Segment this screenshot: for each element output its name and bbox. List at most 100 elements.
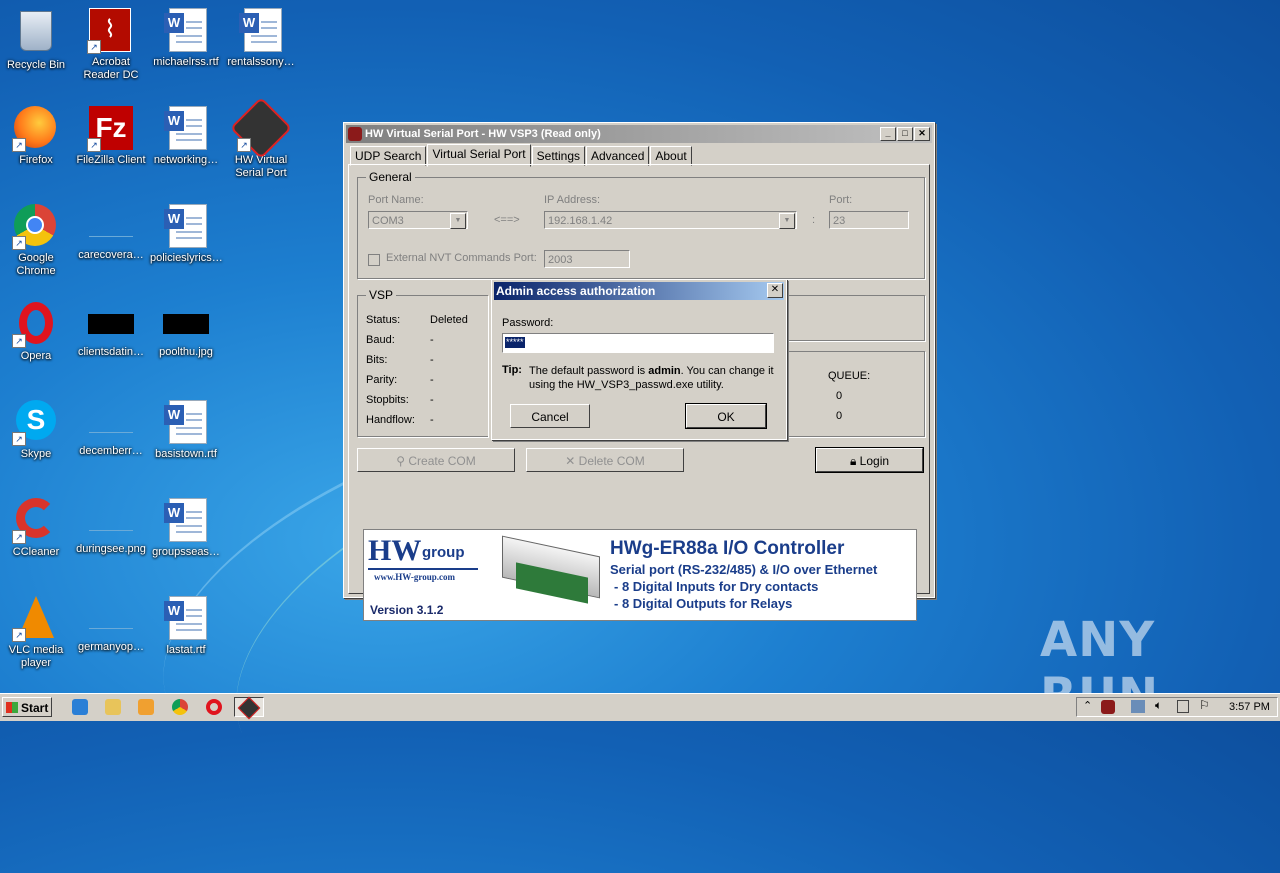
desktop-icon-firefox[interactable]: ↗ Firefox [0, 106, 72, 167]
desktop-file-germanyop[interactable]: germanyop… [75, 596, 147, 654]
ie-icon[interactable] [72, 699, 88, 715]
opera-icon: ↗ [12, 302, 58, 348]
port-name-value: COM3 [372, 215, 404, 227]
banner-version: Version 3.1.2 [370, 603, 444, 617]
port-input[interactable]: 23 [829, 211, 909, 229]
desktop-icon-label: michaelrss.rtf [153, 56, 219, 68]
file-thumbnail [89, 218, 133, 237]
taskbar: Start ⌃ 🔈︎ ⚐ 3:57 PM [0, 693, 1280, 721]
tab-advanced[interactable]: Advanced [586, 146, 650, 166]
system-tray: ⌃ 🔈︎ ⚐ 3:57 PM [1076, 697, 1278, 717]
desktop-icon-chrome[interactable]: ↗ Google Chrome [0, 204, 72, 278]
tab-udp-search[interactable]: UDP Search [350, 146, 427, 166]
desktop-file-decemberr[interactable]: decemberr… [75, 400, 147, 458]
banner-line-2: - 8 Digital Inputs for Dry contacts [614, 579, 819, 594]
banner-url: www.HW-group.com [374, 572, 455, 582]
desktop-icon-ccleaner[interactable]: ↗ CCleaner [0, 498, 72, 559]
chevron-down-icon[interactable]: ▼ [779, 213, 795, 229]
x-icon: ✕ [565, 454, 579, 468]
desktop-icon-opera[interactable]: ↗ Opera [0, 302, 72, 363]
tip-text-1: The default password is [529, 365, 646, 377]
desktop-icon-label: Recycle Bin [6, 59, 66, 71]
opera-icon[interactable] [206, 699, 222, 715]
ip-address-select[interactable]: 192.168.1.42 ▼ [544, 211, 797, 229]
nvt-label: External NVT Commands Port: [386, 252, 537, 264]
desktop-file-lastat[interactable]: W lastat.rtf [150, 596, 222, 657]
app-icon [348, 127, 362, 141]
vsp-title: VSP [366, 288, 397, 302]
desktop-file-clientsdatin[interactable]: clientsdatin… [75, 302, 147, 359]
hw-vsp-tray-icon[interactable] [1101, 700, 1115, 714]
port-name-select[interactable]: COM3 ▼ [368, 211, 468, 229]
create-com-button[interactable]: ⚲ Create COM [357, 448, 515, 472]
vsp-baud-label: Baud: [366, 334, 395, 346]
vsp-stopbits-value: - [430, 394, 434, 406]
tip-text-2: . You can change it [680, 365, 774, 377]
login-button[interactable]: 🔒︎ Login [815, 447, 924, 473]
close-button[interactable]: ✕ [914, 127, 930, 141]
vlc-icon: ↗ [12, 596, 58, 642]
banner-divider [368, 568, 478, 570]
desktop-icon-label: VLC media player [8, 644, 64, 669]
queue-value-1: 0 [836, 390, 843, 402]
power-icon[interactable] [1177, 700, 1189, 713]
desktop-file-networking[interactable]: W networking… [150, 106, 222, 167]
dialog-title[interactable]: Admin access authorization [494, 282, 784, 300]
desktop-icon-label: germanyop… [77, 641, 145, 653]
tab-about[interactable]: About [650, 146, 692, 166]
nvt-port-input[interactable]: 2003 [544, 250, 630, 268]
desktop-file-michaelrss[interactable]: W michaelrss.rtf [150, 8, 222, 69]
desktop-icon-label: networking… [153, 154, 219, 166]
desktop-icon-label: CCleaner [12, 546, 60, 558]
acrobat-icon: ⌇ ↗ [87, 8, 133, 54]
maximize-button[interactable]: □ [897, 127, 913, 141]
queue-value-2: 0 [836, 410, 843, 422]
desktop-icon-acrobat[interactable]: ⌇ ↗ Acrobat Reader DC [75, 8, 147, 82]
vsp-status-value: Deleted [430, 314, 468, 326]
flag-icon[interactable]: ⚐ [1199, 698, 1210, 712]
minimize-button[interactable]: _ [880, 127, 896, 141]
desktop-icon-skype[interactable]: S ↗ Skype [0, 400, 72, 461]
ok-button[interactable]: OK [685, 403, 767, 429]
password-input[interactable]: ***** [502, 333, 774, 353]
taskbar-hw-vsp[interactable] [234, 696, 264, 720]
clock[interactable]: 3:57 PM [1229, 701, 1270, 713]
desktop-icon-label: decemberr… [79, 445, 143, 457]
window-titlebar[interactable]: HW Virtual Serial Port - HW VSP3 (Read o… [346, 125, 932, 143]
desktop-file-policieslyrics[interactable]: W policieslyrics… [150, 204, 223, 265]
file-thumbnail [89, 610, 133, 629]
ccleaner-icon: ↗ [12, 498, 58, 544]
product-banner[interactable]: HW group www.HW-group.com Version 3.1.2 … [363, 529, 917, 621]
banner-line-3: - 8 Digital Outputs for Relays [614, 596, 793, 611]
desktop-icon-label: FileZilla Client [76, 154, 146, 166]
desktop-icon-label: Opera [20, 350, 52, 362]
password-label: Password: [502, 317, 554, 329]
chrome-icon[interactable] [172, 699, 188, 715]
desktop-file-carecovera[interactable]: carecovera… [75, 204, 147, 262]
volume-icon[interactable]: 🔈︎ [1155, 698, 1162, 713]
cancel-button[interactable]: Cancel [510, 404, 590, 428]
desktop-icon-hw-vsp[interactable]: ↗ HW Virtual Serial Port [225, 96, 297, 180]
delete-com-button[interactable]: ✕ Delete COM [526, 448, 684, 472]
desktop-icon-filezilla[interactable]: Fz ↗ FileZilla Client [75, 106, 147, 167]
folder-icon[interactable] [105, 699, 121, 715]
chevron-down-icon[interactable]: ▼ [450, 213, 466, 229]
network-icon[interactable] [1131, 700, 1145, 713]
start-button[interactable]: Start [2, 697, 52, 717]
desktop-file-poolthu[interactable]: poolthu.jpg [150, 302, 222, 359]
firefox-icon: ↗ [12, 106, 58, 152]
tab-settings[interactable]: Settings [531, 146, 585, 166]
general-group: General Port Name: COM3 ▼ <==> IP Addres… [357, 170, 925, 279]
create-com-label: Create COM [408, 454, 476, 468]
desktop-file-rentalssony[interactable]: W rentalssony… [225, 8, 297, 69]
word-document-icon: W [164, 204, 208, 248]
desktop-file-groupsseas[interactable]: W groupsseas… [150, 498, 222, 559]
desktop-file-duringsee[interactable]: duringsee.png [75, 498, 147, 556]
media-player-icon[interactable] [138, 699, 154, 715]
close-icon[interactable]: ✕ [767, 283, 783, 298]
nvt-checkbox[interactable] [368, 254, 380, 266]
desktop-icon-recycle-bin[interactable]: Recycle Bin [0, 8, 72, 72]
desktop-icon-vlc[interactable]: ↗ VLC media player [0, 596, 72, 670]
desktop-file-basistown[interactable]: W basistown.rtf [150, 400, 222, 461]
chevron-up-icon[interactable]: ⌃ [1083, 699, 1092, 712]
